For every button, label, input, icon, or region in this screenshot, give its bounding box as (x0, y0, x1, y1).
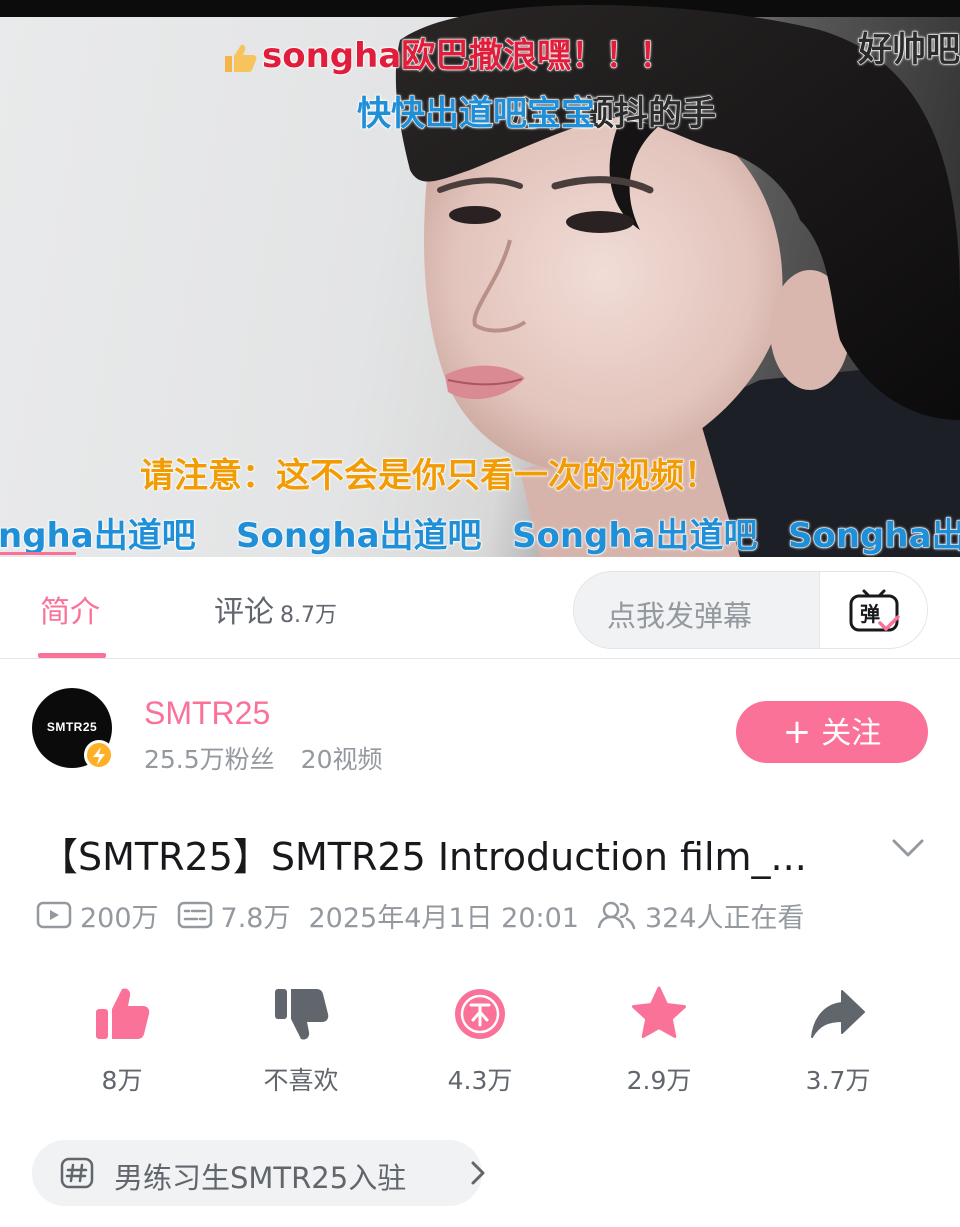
video-meta: 200万 7.8万 2025年4月1日 20:01 324人正在看 (36, 896, 823, 935)
watching-count: 324人正在看 (597, 896, 805, 935)
favorite-count: 2.9万 (626, 1066, 692, 1095)
follow-label: 关注 (821, 716, 882, 751)
topic-tag-label: 男练习生SMTR25入驻 (114, 1161, 407, 1195)
hashtag-icon (60, 1157, 94, 1189)
share-count: 3.7万 (805, 1066, 871, 1095)
topic-tag[interactable]: 男练习生SMTR25入驻 (32, 1140, 485, 1206)
star-icon (632, 986, 686, 1038)
thumbs-down-icon (275, 989, 329, 1040)
chevron-down-icon[interactable] (888, 828, 928, 868)
like-count: 8万 (101, 1066, 143, 1095)
danmaku-notice: 请注意：这不会是你只看一次的视频！ (140, 456, 719, 497)
like-button[interactable]: 8万 (72, 985, 172, 1097)
video-title[interactable]: 【SMTR25】SMTR25 Introduction film_... (40, 826, 807, 881)
watching-count-value: 324人正在看 (644, 902, 805, 934)
danmaku-comment: Songha出 (788, 516, 960, 557)
danmaku-comment: Songha出道吧 (512, 516, 759, 557)
danmaku-toggle-button[interactable]: 弹 (819, 572, 927, 648)
uploader-avatar[interactable]: SMTR25 (32, 688, 114, 770)
danmaku-button-label: 弹 (860, 602, 880, 626)
publish-time: 2025年4月1日 20:01 (308, 902, 579, 934)
chevron-right-icon (471, 1161, 485, 1185)
tab-intro[interactable]: 简介 (40, 587, 100, 631)
dislike-button[interactable]: 不喜欢 (251, 985, 351, 1097)
danmaku-input[interactable]: 点我发弹幕 弹 (573, 571, 928, 649)
tab-comments-label: 评论 (214, 595, 274, 630)
play-count-icon (36, 901, 72, 929)
tab-comments[interactable]: 评论 8.7万 (214, 587, 337, 631)
follow-button[interactable]: + 关注 (736, 701, 928, 763)
thumbs-up-icon (225, 44, 257, 72)
uploader-name[interactable]: SMTR25 (144, 695, 270, 732)
coin-count: 4.3万 (447, 1066, 513, 1095)
danmaku-count-icon (177, 901, 212, 929)
danmaku-count-value: 7.8万 (220, 902, 291, 934)
favorite-button[interactable]: 2.9万 (609, 985, 709, 1097)
danmaku-comment: Songha出道吧 (236, 516, 483, 557)
view-count-value: 200万 (80, 902, 159, 934)
tab-bar: 简介 评论 8.7万 点我发弹幕 弹 (0, 557, 960, 659)
dislike-label: 不喜欢 (263, 1066, 339, 1095)
danmaku-comment: 好帅吧 (858, 30, 960, 71)
video-count: 20视频 (300, 745, 383, 774)
danmaku-tv-icon: 弹 (849, 589, 900, 632)
fan-count: 25.5万粉丝 (144, 745, 275, 774)
view-count: 200万 (36, 896, 159, 935)
plus-icon: + (782, 712, 812, 752)
verified-badge (84, 740, 114, 770)
lightning-icon (93, 747, 105, 765)
uploader-stats: 25.5万粉丝 20视频 (144, 740, 382, 776)
danmaku-input-placeholder: 点我发弹幕 (607, 599, 753, 633)
thumbs-up-icon (96, 988, 150, 1039)
video-player[interactable]: songha欧巴撒浪嘿！！！ 好帅吧 心，颤抖的手 快快出道吧宝宝 请注意：这不… (0, 0, 960, 557)
people-icon (597, 901, 636, 930)
coin-icon (455, 989, 505, 1039)
danmaku-count: 7.8万 (177, 896, 291, 935)
danmaku-text: songha欧巴撒浪嘿！！！ (261, 36, 674, 77)
share-button[interactable]: 3.7万 (788, 985, 888, 1097)
danmaku-comment: songha欧巴撒浪嘿！！！ (222, 28, 674, 77)
coin-button[interactable]: 4.3万 (430, 985, 530, 1097)
share-icon (811, 990, 865, 1038)
danmaku-comment: ngha出道吧 (0, 516, 196, 557)
playback-progress[interactable] (0, 552, 76, 555)
comment-count: 8.7万 (280, 603, 337, 628)
avatar-logo-text: SMTR25 (46, 720, 98, 734)
active-tab-indicator (38, 653, 106, 658)
danmaku-comment: 快快出道吧宝宝 (357, 94, 596, 135)
